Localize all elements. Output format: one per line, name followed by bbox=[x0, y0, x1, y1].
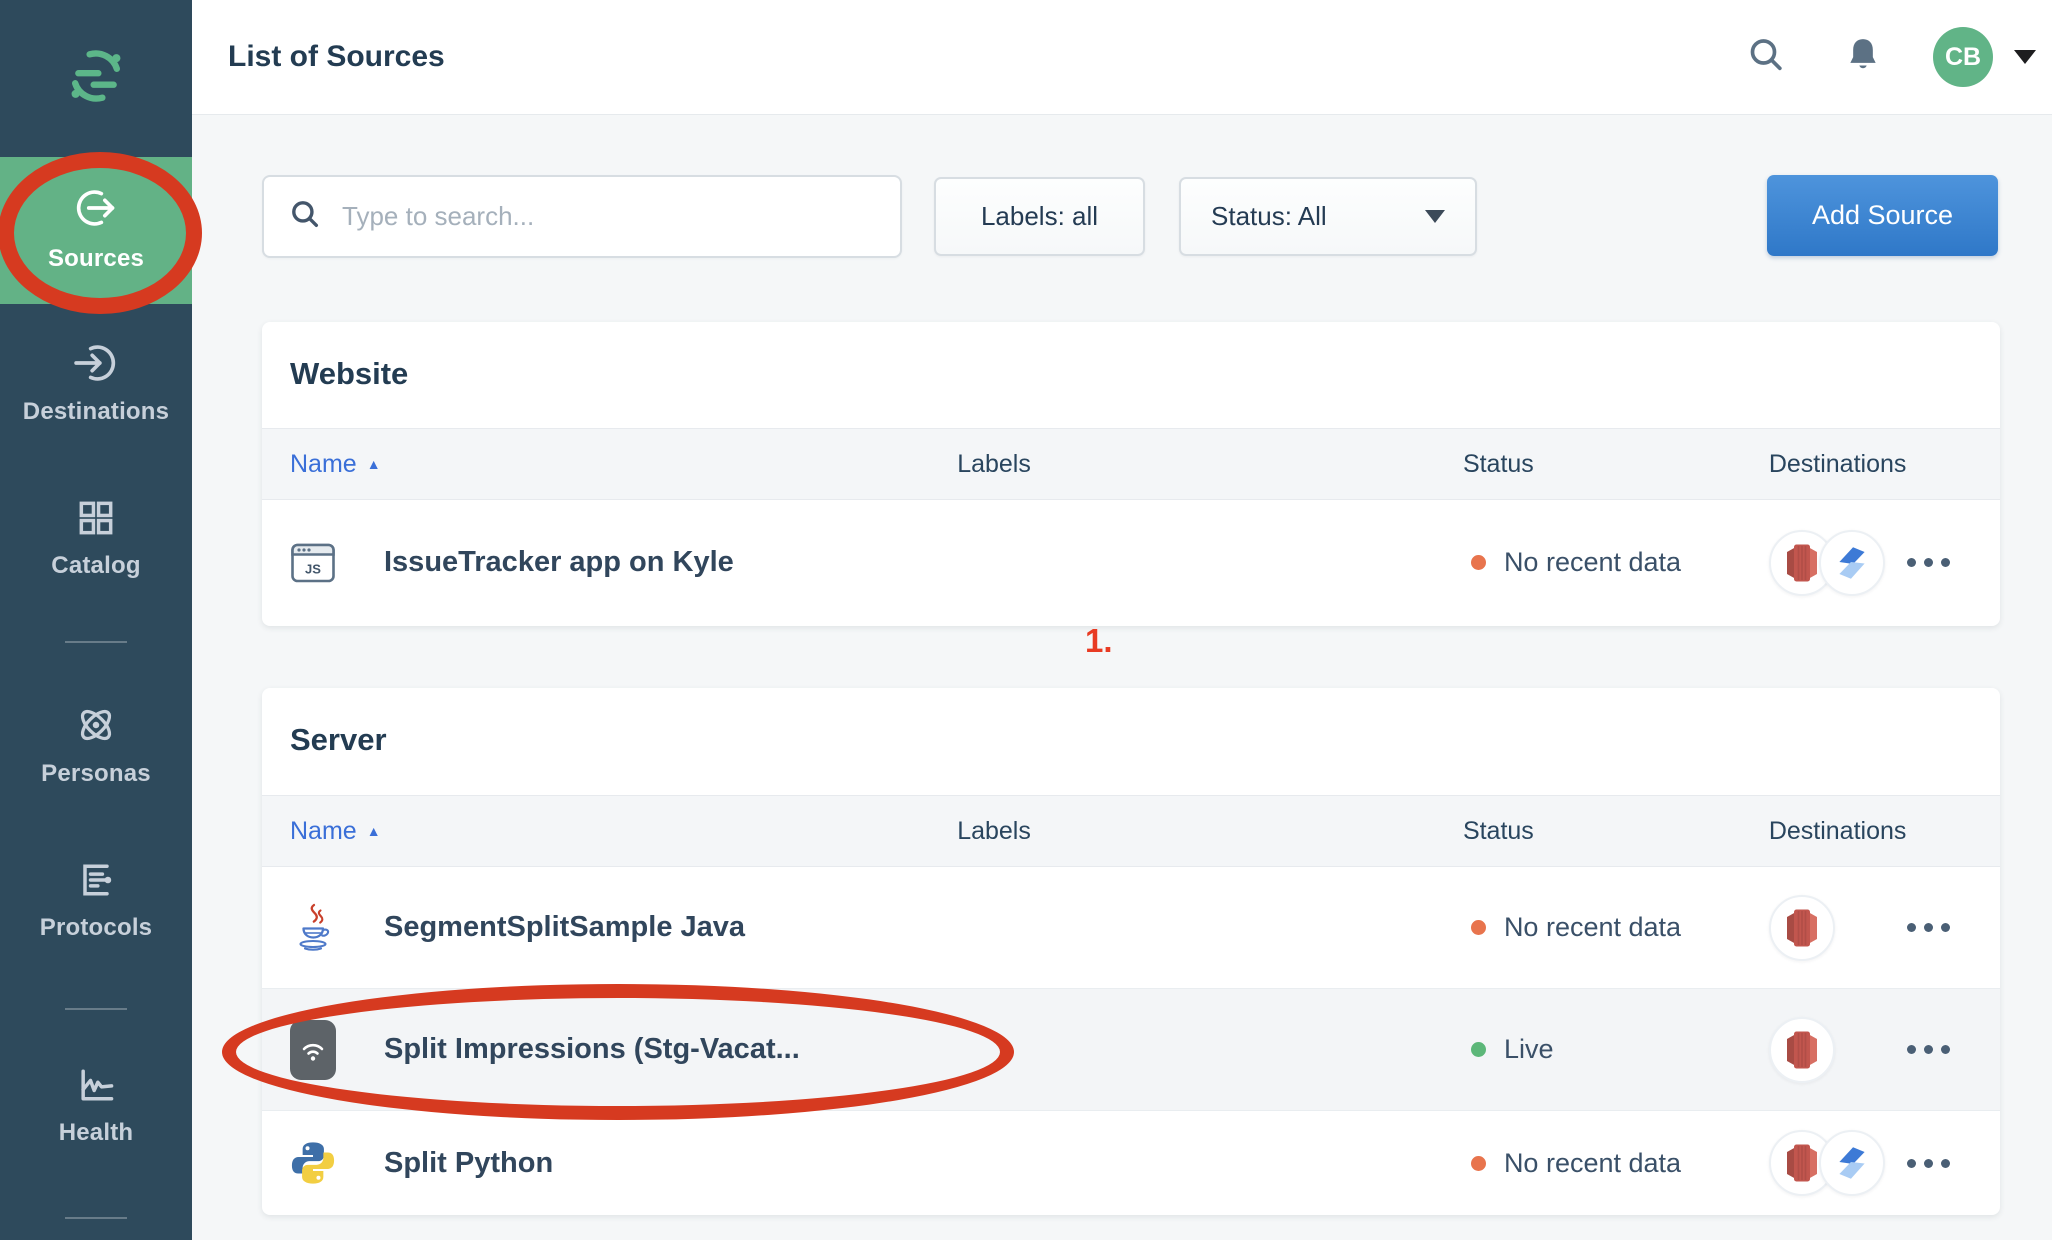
status-cell: No recent data bbox=[1463, 1148, 1769, 1179]
sidebar-item-protocols[interactable]: Protocols bbox=[0, 858, 192, 942]
sidebar-divider bbox=[65, 1217, 127, 1219]
sidebar-item-label: Catalog bbox=[51, 552, 140, 580]
status-cell: No recent data bbox=[1463, 547, 1769, 578]
annotation-step-label: 1. bbox=[1085, 622, 1113, 660]
redshift-destination-icon[interactable] bbox=[1769, 895, 1835, 961]
avatar[interactable]: CB bbox=[1933, 27, 1993, 87]
section-title: Server bbox=[262, 688, 2000, 758]
sidebar-item-health[interactable]: Health bbox=[0, 1063, 192, 1147]
dropdown-caret-icon bbox=[1425, 210, 1445, 223]
status-dot-icon bbox=[1471, 1156, 1486, 1171]
sidebar-item-catalog[interactable]: Catalog bbox=[0, 496, 192, 580]
status-filter-dropdown[interactable]: Status: All bbox=[1179, 177, 1477, 256]
segment-logo-icon bbox=[62, 42, 130, 115]
row-more-menu-icon[interactable] bbox=[1907, 1159, 2000, 1168]
row-more-menu-icon[interactable] bbox=[1907, 558, 2000, 567]
destinations-cell bbox=[1769, 895, 2000, 961]
search-input-icon bbox=[288, 197, 322, 236]
status-cell: No recent data bbox=[1463, 912, 1769, 943]
python-source-icon bbox=[290, 1140, 336, 1186]
website-sources-card: Website Name ▲ Labels Status Destination… bbox=[262, 322, 2000, 626]
status-dot-icon bbox=[1471, 1042, 1486, 1057]
row-more-menu-icon[interactable] bbox=[1907, 1045, 2000, 1054]
status-text: No recent data bbox=[1504, 547, 1681, 578]
sidebar-item-label: Destinations bbox=[23, 398, 169, 426]
destinations-cell bbox=[1769, 530, 2000, 596]
source-row-split-python[interactable]: Split Python No recent data bbox=[262, 1111, 2000, 1215]
status-text: Live bbox=[1504, 1034, 1554, 1065]
column-header-destinations: Destinations bbox=[1769, 450, 2000, 479]
labels-filter-label: Labels: all bbox=[981, 201, 1098, 232]
source-row-split-impressions[interactable]: Split Impressions (Stg-Vacat... Live bbox=[262, 989, 2000, 1111]
source-row-issuetracker[interactable]: JS IssueTracker app on Kyle No recent da… bbox=[262, 500, 2000, 625]
status-dot-icon bbox=[1471, 920, 1486, 935]
destinations-cell bbox=[1769, 1130, 2000, 1196]
row-more-menu-icon[interactable] bbox=[1907, 923, 2000, 932]
destinations-cell bbox=[1769, 1017, 2000, 1083]
source-name: Split Python bbox=[384, 1147, 553, 1180]
status-dot-icon bbox=[1471, 555, 1486, 570]
blueshift-destination-icon[interactable] bbox=[1819, 530, 1885, 596]
search-box[interactable] bbox=[262, 175, 902, 258]
java-source-icon bbox=[290, 902, 336, 954]
sidebar-item-label: Protocols bbox=[40, 914, 152, 942]
section-title: Website bbox=[262, 322, 2000, 392]
add-source-button[interactable]: Add Source bbox=[1767, 175, 1998, 256]
search-icon[interactable] bbox=[1746, 35, 1786, 80]
top-bar: List of Sources CB bbox=[192, 0, 2052, 115]
redshift-destination-icon[interactable] bbox=[1769, 1017, 1835, 1083]
javascript-source-icon: JS bbox=[290, 540, 336, 586]
app-window: Sources Destinations Cata bbox=[0, 0, 2052, 1240]
source-name: Split Impressions (Stg-Vacat... bbox=[384, 1033, 800, 1066]
blueshift-destination-icon[interactable] bbox=[1819, 1130, 1885, 1196]
source-name: IssueTracker app on Kyle bbox=[384, 546, 734, 579]
labels-filter-button[interactable]: Labels: all bbox=[934, 177, 1145, 256]
protocols-icon bbox=[74, 858, 118, 902]
status-cell: Live bbox=[1463, 1034, 1769, 1065]
server-sources-card: Server Name ▲ Labels Status Destinations bbox=[262, 688, 2000, 1215]
avatar-initials: CB bbox=[1945, 43, 1981, 72]
notifications-bell-icon[interactable] bbox=[1843, 35, 1883, 80]
catalog-grid-icon bbox=[74, 496, 118, 540]
sidebar-item-sources[interactable]: Sources bbox=[0, 157, 192, 304]
page-title: List of Sources bbox=[228, 0, 445, 113]
status-text: No recent data bbox=[1504, 1148, 1681, 1179]
column-header-name[interactable]: Name ▲ bbox=[262, 450, 957, 479]
sidebar-divider bbox=[65, 641, 127, 643]
search-input[interactable] bbox=[342, 201, 876, 232]
column-header-labels: Labels bbox=[957, 450, 1463, 479]
sidebar-item-destinations[interactable]: Destinations bbox=[0, 340, 192, 426]
sidebar: Sources Destinations Cata bbox=[0, 0, 192, 1240]
status-filter-label: Status: All bbox=[1211, 201, 1327, 232]
sidebar-item-personas[interactable]: Personas bbox=[0, 702, 192, 788]
table-header: Name ▲ Labels Status Destinations bbox=[262, 428, 2000, 500]
destinations-icon bbox=[73, 340, 119, 386]
sources-icon bbox=[73, 185, 119, 231]
sort-ascending-icon: ▲ bbox=[367, 823, 381, 839]
column-header-name[interactable]: Name ▲ bbox=[262, 817, 957, 846]
account-caret-down-icon[interactable] bbox=[2014, 50, 2036, 64]
status-text: No recent data bbox=[1504, 912, 1681, 943]
add-source-label: Add Source bbox=[1812, 200, 1953, 231]
svg-text:JS: JS bbox=[305, 561, 321, 576]
column-header-status: Status bbox=[1463, 450, 1769, 479]
health-chart-icon bbox=[74, 1063, 118, 1107]
table-header: Name ▲ Labels Status Destinations bbox=[262, 795, 2000, 867]
column-header-status: Status bbox=[1463, 817, 1769, 846]
sidebar-item-label: Personas bbox=[41, 760, 151, 788]
sort-ascending-icon: ▲ bbox=[367, 456, 381, 472]
sidebar-divider bbox=[65, 1008, 127, 1010]
sidebar-item-label: Sources bbox=[48, 245, 144, 273]
source-name: SegmentSplitSample Java bbox=[384, 911, 745, 944]
source-row-java[interactable]: SegmentSplitSample Java No recent data bbox=[262, 867, 2000, 989]
column-header-destinations: Destinations bbox=[1769, 817, 2000, 846]
wifi-source-icon bbox=[290, 1020, 336, 1080]
personas-atom-icon bbox=[73, 702, 119, 748]
sidebar-item-label: Health bbox=[59, 1119, 134, 1147]
column-header-labels: Labels bbox=[957, 817, 1463, 846]
